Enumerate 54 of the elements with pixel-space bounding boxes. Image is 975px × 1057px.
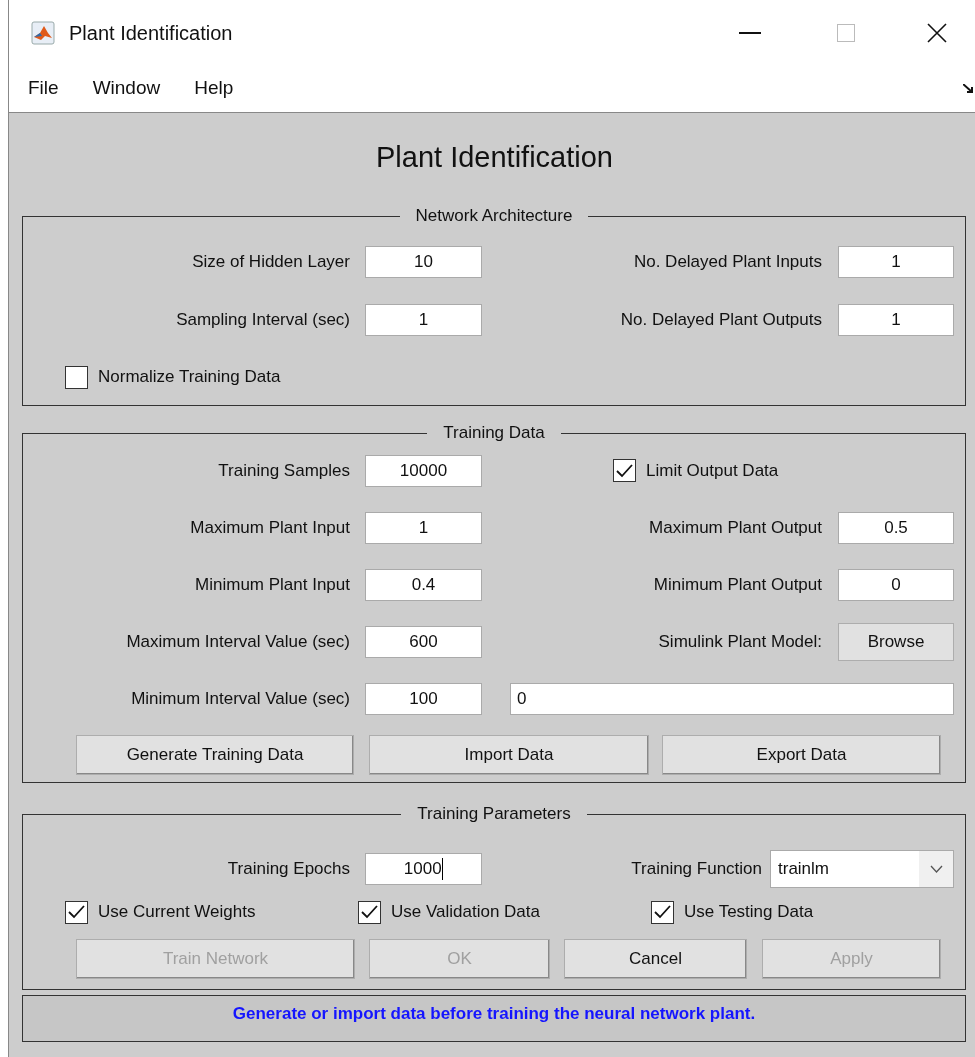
input-field[interactable]: 1 <box>365 304 482 336</box>
dialog-heading: Plant Identification <box>376 140 613 176</box>
input-field[interactable]: 1000 <box>365 853 482 885</box>
menu-item[interactable]: File <box>28 74 59 103</box>
checkbox[interactable] <box>65 365 88 389</box>
input-field[interactable]: 1 <box>838 246 954 278</box>
browse-button[interactable]: Browse <box>838 622 954 661</box>
window-title: Plant Identification <box>69 20 233 46</box>
field-label: Training Samples <box>218 460 350 480</box>
minimize-icon[interactable] <box>739 31 761 34</box>
checkbox[interactable] <box>613 459 636 482</box>
field-label: No. Delayed Plant Inputs <box>633 252 822 272</box>
field-label: Simulink Plant Model: <box>658 631 822 651</box>
action-button[interactable]: Cancel <box>564 939 747 979</box>
app-icon <box>31 20 55 45</box>
input-field[interactable]: 0.4 <box>365 568 482 601</box>
action-button[interactable]: Export Data <box>662 735 941 775</box>
field-label: Sampling Interval (sec) <box>176 310 350 330</box>
field-label: No. Delayed Plant Outputs <box>620 310 822 330</box>
checkbox-label: Limit Output Data <box>646 459 779 482</box>
input-field[interactable]: 0 <box>838 568 954 601</box>
field-label: Minimum Interval Value (sec) <box>131 688 350 708</box>
input-field[interactable]: 1 <box>838 304 954 336</box>
checkbox-label: Use Validation Data <box>391 901 540 924</box>
field-label: Training Function <box>631 859 762 879</box>
field-label: Minimum Plant Output <box>653 574 822 594</box>
input-field[interactable]: 0.5 <box>838 511 954 544</box>
input-field[interactable]: 100 <box>365 682 482 715</box>
close-icon[interactable] <box>927 22 947 43</box>
status-message: Generate or import data before training the neural network plant. <box>232 1003 756 1025</box>
field-label: Maximum Plant Input <box>190 517 350 537</box>
checkbox-label: Use Testing Data <box>684 901 814 924</box>
checkbox-label: Use Current Weights <box>98 901 256 924</box>
action-button[interactable]: Generate Training Data <box>76 735 354 775</box>
menu-item[interactable]: Window <box>92 74 161 103</box>
chevron-icon <box>929 865 943 873</box>
checkbox-label: Normalize Training Data <box>98 366 281 389</box>
input-field[interactable]: 10 <box>365 246 482 278</box>
input-field[interactable]: 0 <box>510 682 954 715</box>
field-label: Minimum Plant Input <box>195 574 350 594</box>
field-label: Maximum Interval Value (sec) <box>126 631 350 651</box>
field-label: Size of Hidden Layer <box>192 252 350 272</box>
checkbox[interactable] <box>358 900 381 924</box>
field-label: Maximum Plant Output <box>649 517 822 537</box>
input-field[interactable]: 600 <box>365 625 482 658</box>
field-label: Training Epochs <box>227 859 350 879</box>
input-field[interactable]: 10000 <box>365 454 482 487</box>
checkbox[interactable] <box>651 900 674 924</box>
action-button[interactable]: Import Data <box>369 735 649 775</box>
dropdown[interactable]: trainlm <box>770 850 954 888</box>
input-field[interactable]: 1 <box>365 511 482 544</box>
checkbox[interactable] <box>65 900 88 924</box>
arrow-icon[interactable] <box>963 84 973 93</box>
menu-item[interactable]: Help <box>194 74 234 103</box>
